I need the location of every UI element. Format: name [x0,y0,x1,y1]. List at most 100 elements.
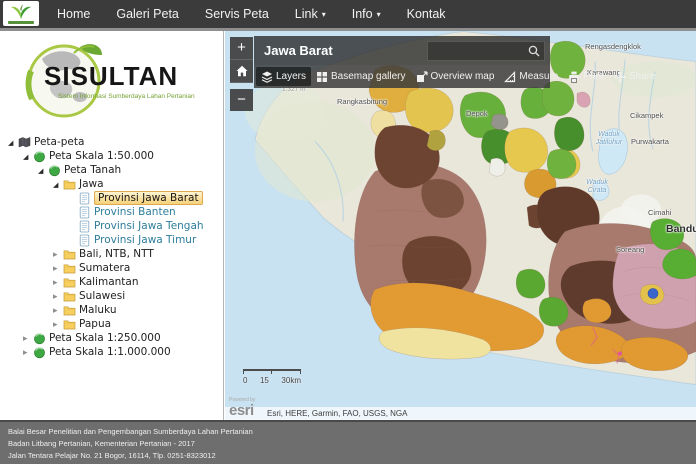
expand-closed-icon[interactable] [53,262,63,274]
tree-label[interactable]: Peta-peta [34,136,84,148]
grid-icon [316,71,328,83]
nav-item-kontak[interactable]: Kontak [394,0,459,30]
caret-down-icon: ▾ [322,10,326,19]
tree-node-papua[interactable]: Papua [8,317,223,331]
tree-label[interactable]: Provinsi Jawa Tengah [94,220,204,232]
map-title-bar: Jawa Barat [254,36,550,65]
tree-label[interactable]: Peta Tanah [64,164,121,176]
zoom-control: + − [230,37,253,111]
tree-label[interactable]: Jawa [79,178,104,190]
share-button[interactable]: Share [609,67,661,86]
tree-node-provinsi-jawa-timur[interactable]: Provinsi Jawa Timur [8,233,223,247]
map-icon [18,136,31,149]
search-input[interactable] [428,45,528,56]
map-toolbar: Layers Basemap gallery Overview map Meas… [254,65,550,88]
expand-closed-icon[interactable] [53,276,63,288]
lake-dot [648,289,658,299]
home-button[interactable] [230,60,253,83]
expand-open-icon[interactable] [23,150,33,162]
expand-closed-icon[interactable] [53,290,63,302]
tree-label[interactable]: Maluku [79,304,116,316]
nav-item-link[interactable]: Link▾ [282,0,339,30]
folder-icon [63,276,76,289]
nav-item-home[interactable]: Home [44,0,103,30]
document-icon [78,192,91,205]
tree-label[interactable]: Peta Skala 1:50.000 [49,150,154,162]
tree-label[interactable]: Provinsi Jawa Timur [94,234,196,246]
zoom-in-button[interactable]: + [230,37,253,60]
expand-open-icon[interactable] [38,164,48,176]
print-icon [568,71,580,83]
tree-node-provinsi-jawa-tengah[interactable]: Provinsi Jawa Tengah [8,219,223,233]
scale-bar: 0 15 30km [243,369,301,385]
expand-closed-icon[interactable] [23,332,33,344]
tree-label[interactable]: Bali, NTB, NTT [79,248,154,260]
tree-label[interactable]: Peta Skala 1:1.000.000 [49,346,171,358]
folder-icon [63,304,76,317]
expand-closed-icon[interactable] [53,304,63,316]
tree-node-jawa[interactable]: Jawa [8,177,223,191]
tree-node-bali-ntb-ntt[interactable]: Bali, NTB, NTT [8,247,223,261]
tree-node-kalimantan[interactable]: Kalimantan [8,275,223,289]
search-icon[interactable] [528,45,540,57]
measure-icon [504,71,516,83]
tree-node-sumatera[interactable]: Sumatera [8,261,223,275]
layer-tree: Peta-peta Peta Skala 1:50.000 Peta Tanah… [8,135,223,359]
attribution-text: Esri, HERE, Garmin, FAO, USGS, NGA [267,409,407,418]
expand-closed-icon[interactable] [53,318,63,330]
tree-node-peta-skala-250000[interactable]: Peta Skala 1:250.000 [8,331,223,345]
tree-node-provinsi-banten[interactable]: Provinsi Banten [8,205,223,219]
tree-label[interactable]: Peta Skala 1:250.000 [49,332,161,344]
button-label: Overview map [431,71,495,82]
folder-icon [63,262,76,275]
scale-bar-line [243,369,301,375]
scale-tick-label: 0 [243,376,247,385]
tree-label[interactable]: Kalimantan [79,276,139,288]
nav-item-info[interactable]: Info▾ [339,0,394,30]
layers-icon [261,71,273,83]
plant-icon [10,4,32,20]
globe-node-icon [48,164,61,177]
tree-node-maluku[interactable]: Maluku [8,303,223,317]
map-city-label: Bandung [666,223,696,235]
esri-brand-text: esri [229,402,254,419]
overview-map-button[interactable]: Overview map [411,67,500,86]
zoom-out-button[interactable]: − [230,89,253,111]
tree-node-peta-skala-1000000[interactable]: Peta Skala 1:1.000.000 [8,345,223,359]
folder-icon [63,248,76,261]
map-water-label: Waduk Jatiluhur [591,131,627,147]
tree-label[interactable]: Papua [79,318,111,330]
nav-label: Kontak [407,7,446,21]
tree-node-peta-tanah[interactable]: Peta Tanah [8,163,223,177]
basemap-gallery-button[interactable]: Basemap gallery [311,67,410,86]
nav-item-servis-peta[interactable]: Servis Peta [192,0,282,30]
tree-label-selected[interactable]: Provinsi Jawa Barat [94,191,203,205]
folder-icon [63,290,76,303]
footer-line: Badan Litbang Pertanian, Kementerian Per… [8,438,688,450]
nav-label: Galeri Peta [116,7,179,21]
expand-closed-icon[interactable] [53,248,63,260]
document-icon [78,206,91,219]
button-label: Basemap gallery [331,71,405,82]
tree-node-provinsi-jawa-barat[interactable]: Provinsi Jawa Barat [8,191,223,205]
map-place-label: Depok [466,109,488,118]
measure-button[interactable]: Measure [499,67,563,86]
expand-closed-icon[interactable] [23,346,33,358]
search-box[interactable] [427,41,545,61]
map-area[interactable]: Rengasdengklok Karawang Cikampek Purwaka… [225,31,696,420]
expand-open-icon[interactable] [8,136,18,148]
tree-node-peta-peta[interactable]: Peta-peta [8,135,223,149]
print-button[interactable]: Print [563,67,609,86]
expand-open-icon[interactable] [53,178,63,190]
folder-icon [63,178,76,191]
nav-item-galeri-peta[interactable]: Galeri Peta [103,0,192,30]
tree-label[interactable]: Sumatera [79,262,130,274]
tree-label[interactable]: Provinsi Banten [94,206,176,218]
footer-line: Jalan Tentara Pelajar No. 21 Bogor, 1611… [8,450,688,462]
layers-button[interactable]: Layers [256,67,311,86]
tree-node-peta-skala-50000[interactable]: Peta Skala 1:50.000 [8,149,223,163]
balitbangtan-logo[interactable] [3,1,39,26]
nav-label: Servis Peta [205,7,269,21]
tree-node-sulawesi[interactable]: Sulawesi [8,289,223,303]
tree-label[interactable]: Sulawesi [79,290,125,302]
